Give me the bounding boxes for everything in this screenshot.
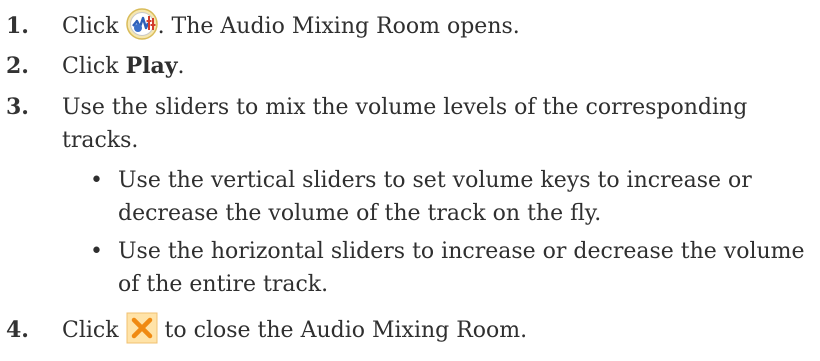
step-prefix: Click bbox=[62, 318, 126, 343]
step-text-line-1: Use the sliders to mix the volume levels… bbox=[62, 95, 748, 120]
play-label: Play bbox=[125, 53, 178, 79]
step-text: Click Play. bbox=[62, 50, 812, 83]
bullet-text-line-2: of the entire track. bbox=[118, 272, 329, 297]
close-icon bbox=[126, 312, 158, 344]
instructions-document: 1. Click . The Audio Mixing Room opens. … bbox=[0, 0, 820, 361]
step-number: 3. bbox=[6, 94, 29, 120]
step-text: Click to close the Audio Mixing Room. bbox=[62, 312, 812, 347]
step-suffix: . bbox=[177, 54, 185, 79]
step-suffix: . The Audio Mixing Room opens. bbox=[157, 14, 520, 39]
step-number: 4. bbox=[6, 317, 29, 343]
bullet-text-line-1: Use the horizontal sliders to increase o… bbox=[118, 239, 805, 264]
bullet-text-line-2: decrease the volume of the track on the … bbox=[118, 201, 602, 226]
step-text: Click . The Audio Mixing Room opens. bbox=[62, 8, 812, 43]
bullet-glyph: • bbox=[90, 239, 103, 264]
bullet-text-line-1: Use the vertical sliders to set volume k… bbox=[118, 168, 752, 193]
step-text-line-2: tracks. bbox=[62, 128, 139, 153]
step-prefix: Click bbox=[62, 14, 126, 39]
audio-mixing-room-icon bbox=[125, 8, 158, 40]
step-suffix: to close the Audio Mixing Room. bbox=[157, 318, 528, 343]
step-prefix: Click bbox=[62, 54, 126, 79]
step-number: 2. bbox=[6, 53, 29, 79]
bullet-glyph: • bbox=[90, 168, 103, 193]
step-number: 1. bbox=[6, 13, 29, 39]
